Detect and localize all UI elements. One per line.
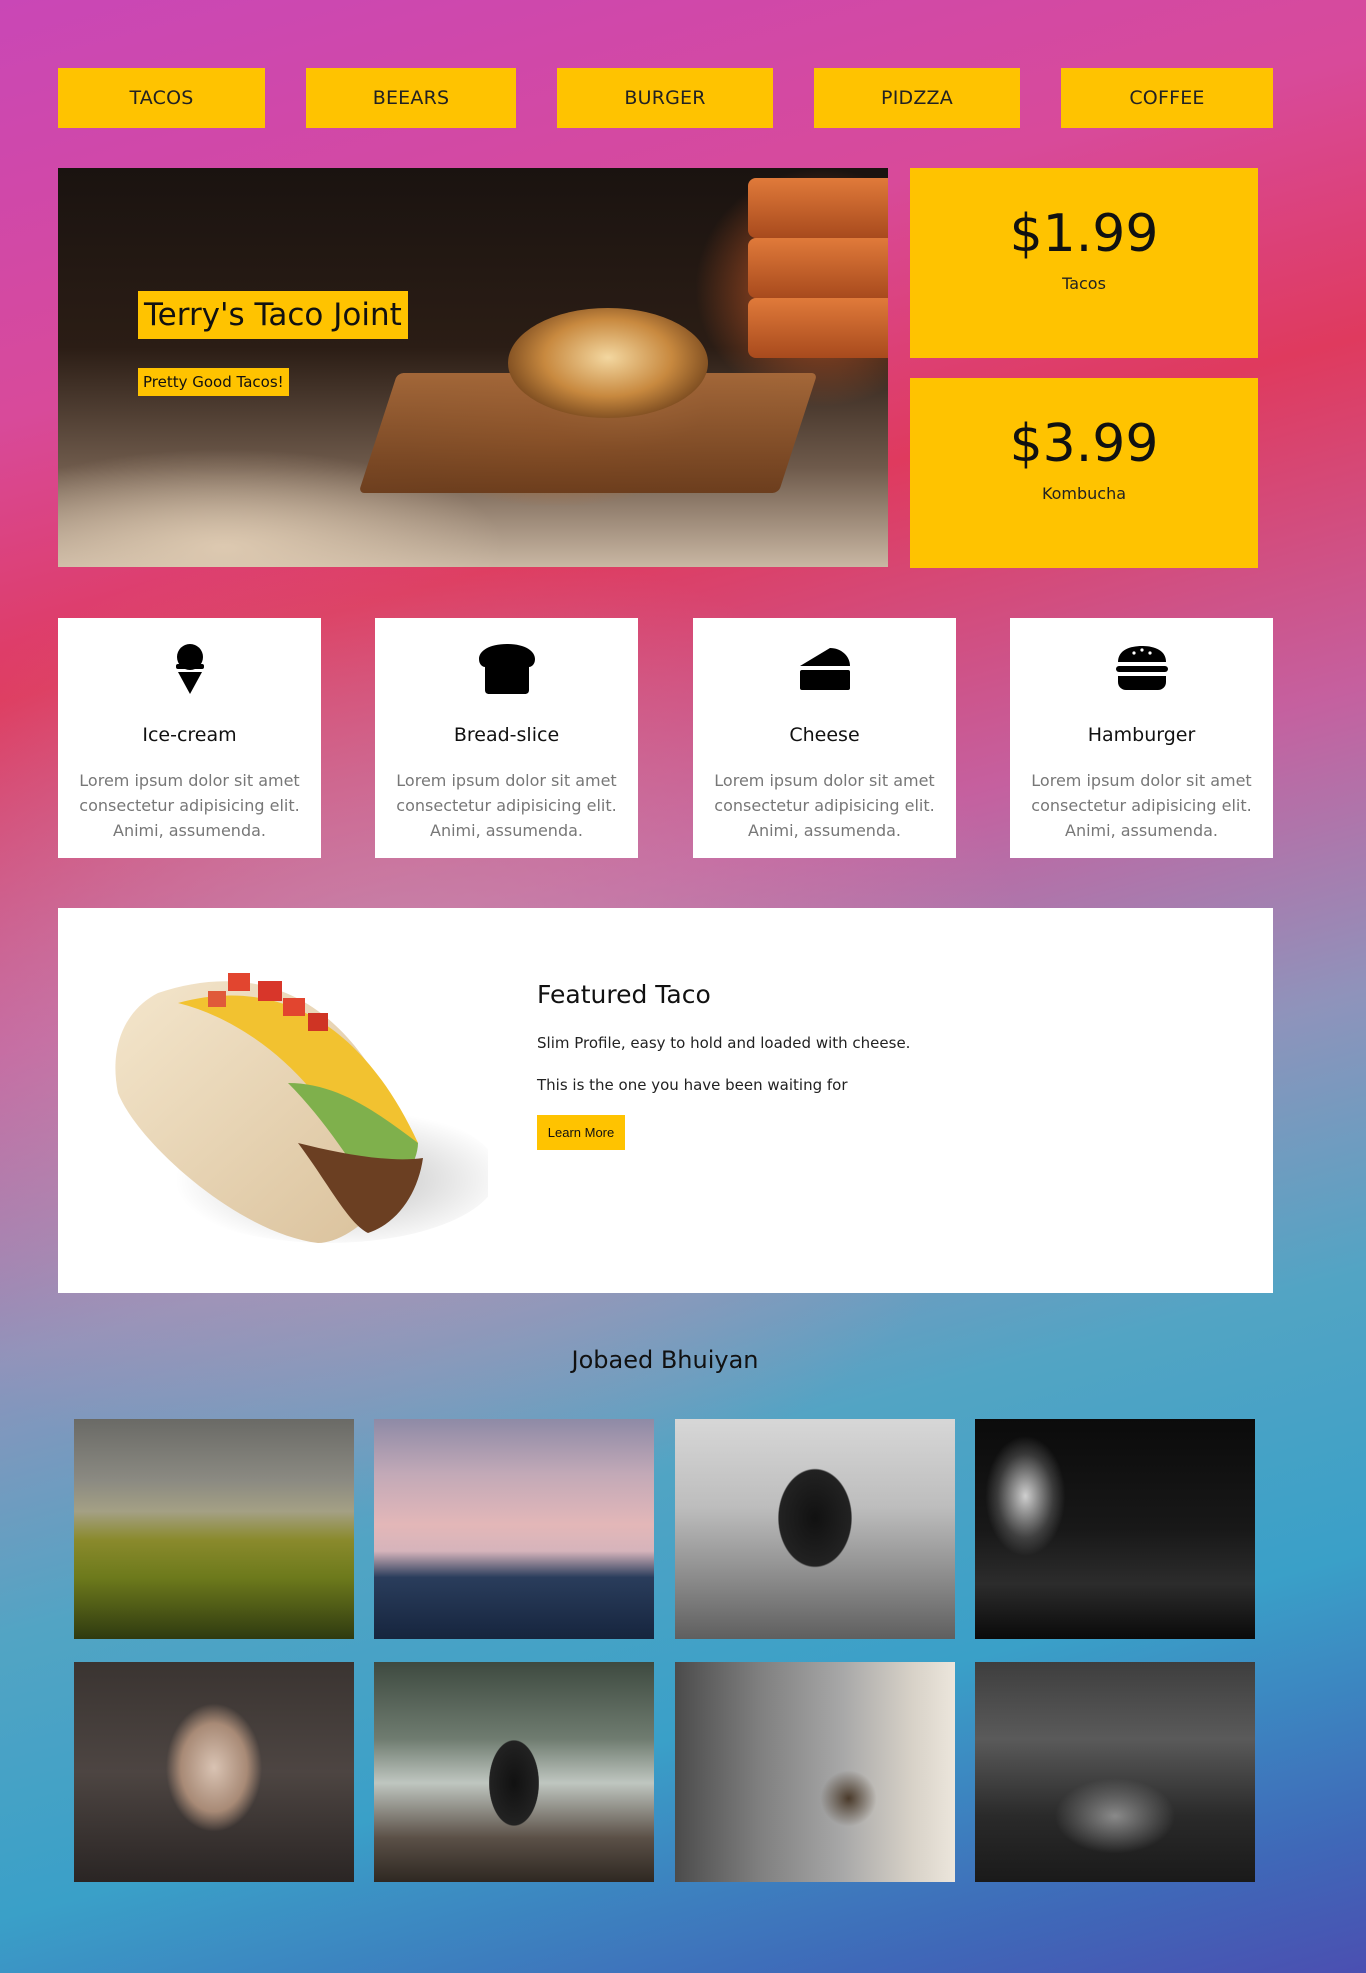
feature-card-cheese: Cheese Lorem ipsum dolor sit amet consec… <box>693 618 956 858</box>
featured-description: Slim Profile, easy to hold and loaded wi… <box>537 1034 911 1052</box>
price-box-kombucha: $3.99 Kombucha <box>910 378 1258 568</box>
hero-plate-decor <box>748 238 888 298</box>
learn-more-button[interactable]: Learn More <box>537 1115 625 1150</box>
hero-title: Terry's Taco Joint <box>138 291 408 339</box>
card-text: Lorem ipsum dolor sit amet consectetur a… <box>79 771 300 840</box>
nav-button-coffee[interactable]: COFFEE <box>1061 68 1273 128</box>
feature-card-ice-cream: Ice-cream Lorem ipsum dolor sit amet con… <box>58 618 321 858</box>
top-nav: TACOS BEEARS BURGER PIDZZA COFFEE <box>58 68 1273 128</box>
card-text: Lorem ipsum dolor sit amet consectetur a… <box>396 771 617 840</box>
gallery-photo-blurred-dark[interactable] <box>975 1419 1255 1639</box>
price-box-tacos: $1.99 Tacos <box>910 168 1258 358</box>
gallery-photo-crowd[interactable] <box>975 1662 1255 1882</box>
featured-tagline: This is the one you have been waiting fo… <box>537 1076 848 1094</box>
gallery-photo-portrait[interactable] <box>74 1662 354 1882</box>
hero-subtitle: Pretty Good Tacos! <box>138 368 289 396</box>
price-amount: $3.99 <box>1009 414 1159 474</box>
hero-taco-photo <box>508 308 708 418</box>
gallery-photo-phone-sea[interactable] <box>675 1419 955 1639</box>
nav-button-beears[interactable]: BEEARS <box>306 68 516 128</box>
card-title: Cheese <box>789 724 860 746</box>
hero-banner: Terry's Taco Joint Pretty Good Tacos! <box>58 168 888 567</box>
price-label: Kombucha <box>1041 484 1127 503</box>
featured-taco-image <box>115 973 488 1243</box>
card-text: Lorem ipsum dolor sit amet consectetur a… <box>714 771 935 840</box>
featured-title: Featured Taco <box>537 980 711 1009</box>
hero-plate-decor <box>748 298 888 358</box>
nav-button-pidzza[interactable]: PIDZZA <box>814 68 1020 128</box>
bread-slice-icon <box>478 644 535 694</box>
nav-button-burger[interactable]: BURGER <box>557 68 773 128</box>
page: TACOS BEEARS BURGER PIDZZA COFFEE Terry'… <box>0 0 1366 1973</box>
nav-button-tacos[interactable]: TACOS <box>58 68 265 128</box>
hamburger-icon <box>1115 646 1168 690</box>
featured-section: Featured Taco Slim Profile, easy to hold… <box>58 908 1273 1293</box>
ice-cream-icon <box>175 644 204 694</box>
card-title: Ice-cream <box>142 724 237 746</box>
feature-card-hamburger: Hamburger Lorem ipsum dolor sit amet con… <box>1010 618 1273 858</box>
price-amount: $1.99 <box>1009 204 1159 264</box>
card-title: Hamburger <box>1087 724 1196 746</box>
card-title: Bread-slice <box>453 724 560 746</box>
cheese-icon <box>799 648 850 690</box>
gallery-title: Jobaed Bhuiyan <box>571 1346 759 1374</box>
gallery-photo-desk-lamp[interactable] <box>675 1662 955 1882</box>
price-label: Tacos <box>1062 274 1106 293</box>
feature-card-bread-slice: Bread-slice Lorem ipsum dolor sit amet c… <box>375 618 638 858</box>
gallery-photo-phone-waterfall[interactable] <box>374 1662 654 1882</box>
hero-plate-decor <box>748 178 888 238</box>
gallery-photo-hills[interactable] <box>74 1419 354 1639</box>
card-text: Lorem ipsum dolor sit amet consectetur a… <box>1031 771 1252 840</box>
gallery-photo-mountain-dusk[interactable] <box>374 1419 654 1639</box>
